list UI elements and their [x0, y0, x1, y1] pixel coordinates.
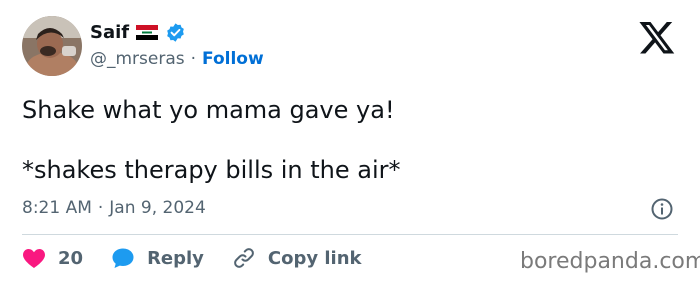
reply-button[interactable]: Reply — [111, 247, 204, 269]
avatar[interactable] — [22, 16, 82, 76]
timestamp[interactable]: 8:21 AM · Jan 9, 2024 — [22, 198, 206, 218]
copy-link-button[interactable]: Copy link — [232, 246, 362, 270]
tweet-line: Shake what yo mama gave ya! — [22, 96, 395, 124]
iraq-flag-icon — [136, 25, 159, 40]
info-icon[interactable] — [650, 197, 674, 221]
author-handle[interactable]: @_mrseras — [90, 49, 185, 69]
separator-dot: · — [97, 198, 104, 218]
follow-button[interactable]: Follow — [202, 49, 264, 69]
tweet-line: *shakes therapy bills in the air* — [22, 156, 401, 184]
like-count: 20 — [58, 247, 84, 269]
author-name-row: Saif — [90, 22, 186, 43]
separator-dot: · — [190, 49, 197, 69]
x-logo-icon[interactable] — [638, 18, 676, 56]
reply-label: Reply — [147, 247, 204, 269]
handle-row: @_mrseras · Follow — [90, 49, 264, 69]
heart-icon — [23, 249, 45, 268]
tweet-time: 8:21 AM — [22, 198, 92, 218]
divider — [22, 234, 678, 235]
watermark: boredpanda.com — [520, 249, 700, 274]
tweet-date: Jan 9, 2024 — [109, 198, 206, 218]
reply-bubble-icon — [112, 248, 134, 268]
link-icon — [234, 248, 254, 268]
tweet-text: Shake what yo mama gave ya! *shakes ther… — [22, 95, 662, 185]
verified-badge-icon — [167, 23, 184, 42]
copy-link-label: Copy link — [267, 247, 362, 269]
like-button[interactable]: 20 — [22, 247, 83, 269]
author-name[interactable]: Saif — [90, 22, 129, 43]
action-bar: 20 Reply Copy link — [22, 246, 390, 270]
